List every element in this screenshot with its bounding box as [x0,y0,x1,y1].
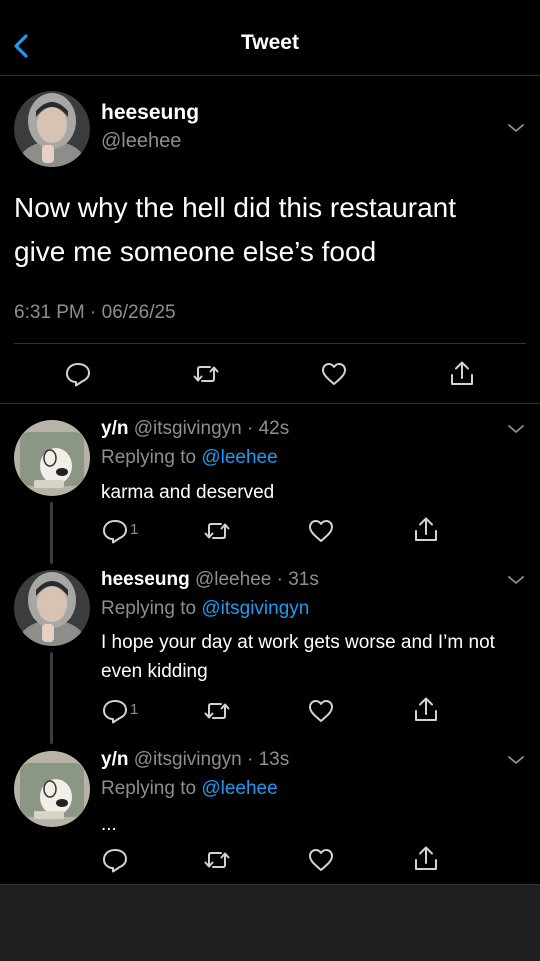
like-icon[interactable] [307,697,335,725]
retweet-icon[interactable] [192,360,220,388]
tweet-text: Now why the hell did this restaurant giv… [14,192,456,267]
reply-author-name[interactable]: heeseung [101,569,190,590]
reply-header: heeseung @leehee · 31s [101,569,319,591]
page-title: Tweet [241,31,299,54]
reply-icon[interactable] [64,360,92,388]
chevron-down-icon[interactable] [507,754,525,766]
top-bar: Tweet [0,0,540,76]
reply-header: y/n @itsgivingyn · 42s [101,418,289,440]
reply-meta: @leehee · 31s [194,569,319,590]
author-name[interactable]: heeseung [101,101,199,125]
like-icon[interactable] [307,517,335,545]
chevron-down-icon[interactable] [507,423,525,435]
reply-meta: @itsgivingyn · 42s [133,418,290,439]
divider [0,403,540,404]
share-icon[interactable] [412,516,440,544]
thread-line [50,502,53,564]
avatar[interactable] [14,570,90,646]
avatar[interactable] [14,420,90,496]
reply-text: I hope your day at work gets worse and I… [101,632,495,682]
reply-author-name[interactable]: y/n [101,418,128,439]
replying-to-label: Replying to [101,598,197,619]
avatar[interactable] [14,751,90,827]
bottom-bar [0,884,540,961]
share-icon[interactable] [412,696,440,724]
replying-to-handle[interactable]: @leehee [201,778,277,799]
reply-header: y/n @itsgivingyn · 13s [101,749,289,771]
replying-to: Replying to @itsgivingyn [101,598,309,620]
divider [14,343,526,344]
reply-count: 1 [130,521,139,538]
replying-to-handle[interactable]: @leehee [201,447,277,468]
author-handle[interactable]: @leehee [101,130,181,153]
reply-icon[interactable] [101,846,129,874]
share-icon[interactable] [448,360,476,388]
retweet-icon[interactable] [203,517,231,545]
replying-to-handle[interactable]: @itsgivingyn [201,598,309,619]
chevron-down-icon[interactable] [507,122,525,134]
replying-to-label: Replying to [101,447,197,468]
reply-text: karma and deserved [101,482,275,503]
tweet-timestamp: 6:31 PM · 06/26/25 [14,302,176,323]
replying-to-label: Replying to [101,778,197,799]
like-icon[interactable] [307,846,335,874]
retweet-icon[interactable] [203,697,231,725]
share-icon[interactable] [412,845,440,873]
retweet-icon[interactable] [203,846,231,874]
thread-line [50,652,53,744]
reply-text: ... [101,814,117,835]
replying-to: Replying to @leehee [101,447,278,469]
reply-count: 1 [130,701,139,718]
chevron-down-icon[interactable] [507,574,525,586]
reply-author-name[interactable]: y/n [101,749,128,770]
reply-meta: @itsgivingyn · 13s [133,749,290,770]
avatar[interactable] [14,91,90,167]
reply-icon[interactable] [101,517,129,545]
reply-icon[interactable] [101,697,129,725]
replying-to: Replying to @leehee [101,778,278,800]
like-icon[interactable] [320,360,348,388]
